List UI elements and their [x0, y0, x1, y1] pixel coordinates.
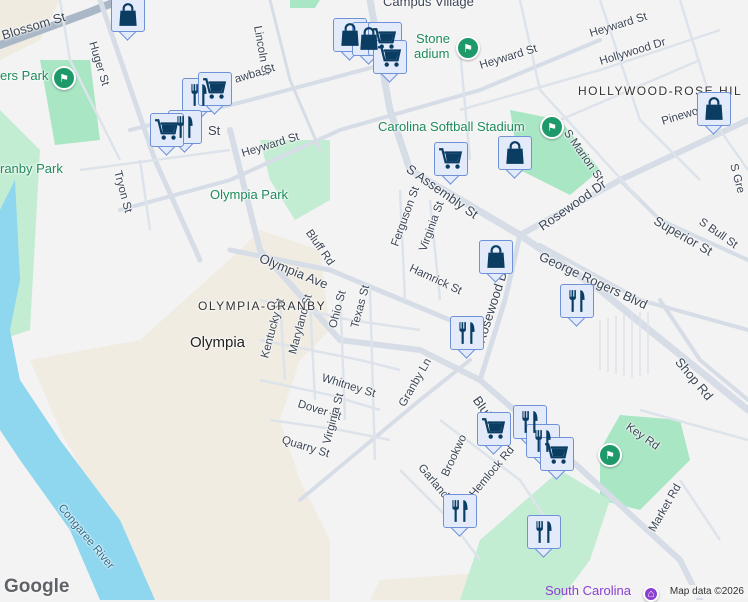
place-label-south-carolina[interactable]: South Carolina [545, 583, 631, 598]
restaurant-icon [527, 515, 561, 549]
restaurant-marker[interactable] [443, 494, 477, 537]
shopping-cart-marker[interactable] [373, 40, 407, 83]
park-area [290, 0, 320, 8]
shopping-cart-icon [540, 437, 574, 471]
shopping-cart-marker[interactable] [540, 437, 574, 480]
restaurant-marker[interactable] [527, 515, 561, 558]
shopping-cart-icon [434, 142, 468, 176]
restaurant-marker[interactable] [560, 284, 594, 327]
place-label-olympia-park[interactable]: Olympia Park [210, 187, 288, 202]
place-label-softball-stadium[interactable]: Carolina Softball Stadium [378, 119, 525, 134]
sand-area [30, 230, 330, 600]
shopping-cart-icon [373, 40, 407, 74]
place-label-campus-village[interactable]: Campus Village [383, 0, 474, 9]
stadium-icon[interactable]: ⚑ [598, 443, 622, 467]
place-label-granby-park[interactable]: ranby Park [0, 161, 63, 176]
minor-street [368, 289, 377, 461]
place-label-rogers-park[interactable]: ers Park [0, 68, 48, 83]
stadium-icon[interactable]: ⚑ [52, 66, 76, 90]
restaurant-marker[interactable] [450, 316, 484, 359]
place-label-stone-stadium-2[interactable]: adium [414, 46, 449, 61]
shopping-bag-marker[interactable] [111, 0, 145, 41]
neighborhood-label: OLYMPIA-GRANBY [198, 299, 327, 313]
place-label-stone-stadium[interactable]: Stone [416, 31, 450, 46]
city-label: Olympia [190, 334, 246, 351]
road-lincoln-st [268, 0, 322, 152]
shopping-bag-icon [697, 92, 731, 126]
street-label: St [208, 123, 221, 138]
map-attribution[interactable]: Map data ©2026 [665, 585, 748, 598]
shopping-bag-marker[interactable] [697, 92, 731, 135]
shopping-cart-icon [150, 113, 184, 147]
stadium-icon[interactable]: ⚑ [540, 115, 564, 139]
shopping-cart-marker[interactable] [150, 113, 184, 156]
shopping-bag-marker[interactable] [479, 240, 513, 283]
shopping-cart-marker[interactable] [477, 412, 511, 455]
restaurant-icon [560, 284, 594, 318]
shopping-cart-marker[interactable] [434, 142, 468, 185]
minor-street [678, 479, 722, 541]
restaurant-icon [450, 316, 484, 350]
shopping-cart-icon [477, 412, 511, 446]
shopping-bag-icon [111, 0, 145, 32]
shopping-bag-icon [498, 136, 532, 170]
shopping-bag-marker[interactable] [498, 136, 532, 179]
minor-street [138, 159, 152, 231]
google-logo[interactable]: Google [4, 576, 69, 598]
restaurant-icon [443, 494, 477, 528]
stadium-icon[interactable]: ⚑ [456, 36, 480, 60]
shopping-bag-icon [479, 240, 513, 274]
shopping-cart-icon [198, 72, 232, 106]
